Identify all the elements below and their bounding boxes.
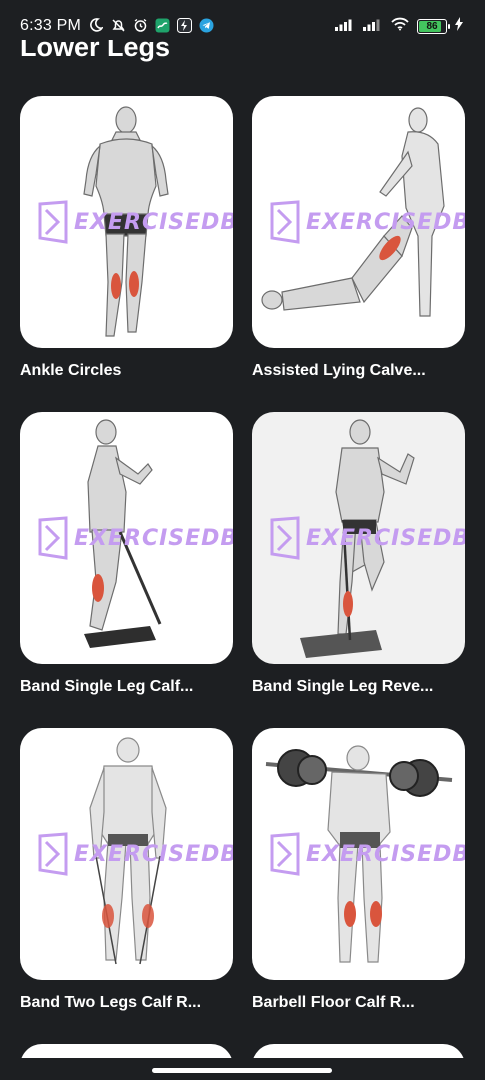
exercise-name[interactable]: Band Two Legs Calf R... — [20, 994, 233, 1012]
watermark: EXERCISEDB — [38, 832, 233, 876]
exercisedb-logo-icon — [270, 516, 300, 560]
watermark: EXERCISEDB — [38, 516, 233, 560]
alarm-icon — [132, 17, 148, 33]
exercisedb-logo-icon — [270, 832, 300, 876]
watermark-text: EXERCISEDB — [74, 209, 233, 235]
notification-icons — [88, 17, 214, 33]
exercise-thumbnail[interactable]: EXERCISEDB — [252, 412, 465, 664]
watermark: EXERCISEDB — [38, 200, 233, 244]
exercise-name[interactable]: Ankle Circles — [20, 362, 233, 380]
battery-icon: 86 — [417, 19, 450, 34]
exercise-card[interactable]: EXERCISEDB Assisted Lying Calve... — [252, 96, 465, 380]
watermark-text: EXERCISEDB — [74, 841, 233, 867]
battery-level: 86 — [426, 21, 438, 32]
exercise-card[interactable]: EXERCISEDB Band Single Leg Reve... — [252, 412, 465, 696]
bell-off-icon — [110, 17, 126, 33]
charging-icon — [455, 17, 463, 36]
watermark: EXERCISEDB — [270, 200, 465, 244]
exercise-thumbnail[interactable]: EXERCISEDB — [20, 412, 233, 664]
exercise-name[interactable]: Band Single Leg Calf... — [20, 678, 233, 696]
exercise-card[interactable]: EXERCISEDB Barbell Floor Calf R... — [252, 728, 465, 1012]
signal-2-icon — [363, 18, 383, 36]
exercisedb-logo-icon — [38, 832, 68, 876]
watermark-text: EXERCISEDB — [306, 209, 465, 235]
exercisedb-logo-icon — [38, 516, 68, 560]
app-green-icon — [154, 17, 170, 33]
exercise-name[interactable]: Assisted Lying Calve... — [252, 362, 465, 380]
exercisedb-logo-icon — [38, 200, 68, 244]
watermark: EXERCISEDB — [270, 832, 465, 876]
telegram-icon — [198, 17, 214, 33]
status-time: 6:33 PM — [20, 17, 81, 34]
exercise-list-screen: 6:33 PM 86 Lower Legs EXERCISEDB Ankle C… — [0, 0, 485, 1080]
navigation-bar — [0, 1058, 485, 1080]
moon-icon — [88, 17, 104, 33]
signal-1-icon — [335, 18, 355, 36]
watermark: EXERCISEDB — [270, 516, 465, 560]
exercise-card[interactable]: EXERCISEDB Band Two Legs Calf R... — [20, 728, 233, 1012]
exercise-card[interactable]: EXERCISEDB Ankle Circles — [20, 96, 233, 380]
exercise-name[interactable]: Band Single Leg Reve... — [252, 678, 465, 696]
app-bolt-icon — [176, 17, 192, 33]
watermark-text: EXERCISEDB — [306, 841, 465, 867]
exercise-thumbnail[interactable]: EXERCISEDB — [252, 728, 465, 980]
wifi-icon — [391, 17, 409, 36]
status-bar: 6:33 PM 86 — [0, 0, 485, 40]
watermark-text: EXERCISEDB — [74, 525, 233, 551]
watermark-text: EXERCISEDB — [306, 525, 465, 551]
exercise-card[interactable]: EXERCISEDB Band Single Leg Calf... — [20, 412, 233, 696]
exercise-thumbnail[interactable]: EXERCISEDB — [252, 96, 465, 348]
exercise-thumbnail[interactable]: EXERCISEDB — [20, 96, 233, 348]
exercisedb-logo-icon — [270, 200, 300, 244]
system-icons: 86 — [335, 17, 463, 36]
exercise-thumbnail[interactable]: EXERCISEDB — [20, 728, 233, 980]
home-indicator[interactable] — [152, 1068, 332, 1073]
exercise-name[interactable]: Barbell Floor Calf R... — [252, 994, 465, 1012]
